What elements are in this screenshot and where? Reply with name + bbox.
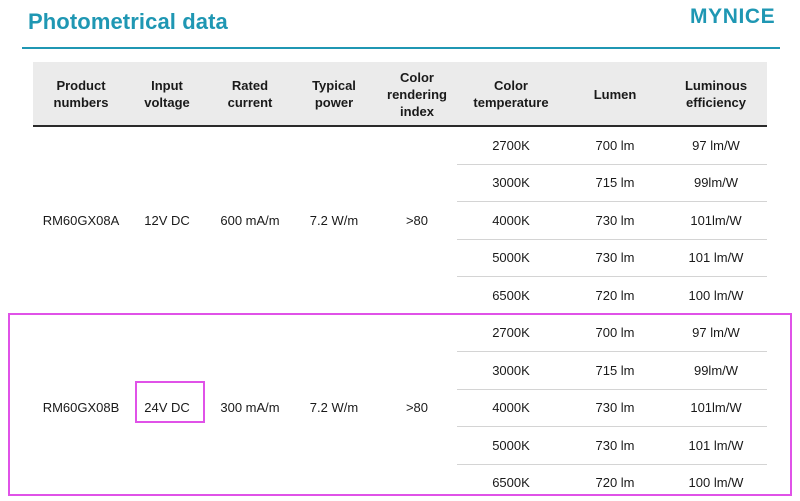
cell-efficiency: 101lm/W: [690, 212, 742, 228]
cell-temperature: 6500K: [492, 287, 530, 303]
brand-logo: MYNICE: [690, 5, 776, 28]
cell-lumen: 720 lm: [595, 287, 635, 303]
row-divider: [457, 276, 767, 277]
column-header-power: Typical power: [312, 78, 356, 110]
page-title: Photometrical data: [28, 9, 228, 34]
cell-efficiency: 101 lm/W: [688, 250, 744, 265]
cell-lumen: 730 lm: [595, 250, 635, 265]
highlight-box-24v-group: [8, 313, 792, 496]
cell-product: RM60GX08A: [42, 212, 120, 228]
column-header-efficiency: Luminous efficiency: [684, 78, 748, 110]
cell-cri: >80: [405, 212, 429, 228]
highlight-box-voltage: [135, 381, 205, 423]
cell-current: 600 mA/m: [220, 212, 280, 228]
cell-efficiency: 100 lm/W: [688, 287, 744, 303]
cell-temperature: 3000K: [492, 175, 530, 190]
cell-temperature: 5000K: [492, 250, 530, 265]
row-divider: [457, 239, 767, 240]
cell-efficiency: 99lm/W: [693, 175, 739, 190]
cell-power: 7.2 W/m: [309, 212, 359, 228]
column-header-current: Rated current: [227, 78, 273, 110]
cell-lumen: 730 lm: [595, 212, 635, 228]
column-header-temperature: Color temperature: [473, 78, 549, 110]
row-divider: [457, 164, 767, 165]
cell-efficiency: 97 lm/W: [692, 137, 740, 153]
row-divider: [457, 201, 767, 202]
column-header-product: Product numbers: [53, 78, 109, 110]
cell-lumen: 700 lm: [595, 137, 635, 153]
cell-temperature: 2700K: [492, 137, 530, 153]
column-header-voltage: Input voltage: [144, 78, 190, 110]
column-header-cri: Color rendering index: [387, 69, 447, 119]
title-divider: [22, 47, 780, 49]
cell-lumen: 715 lm: [595, 175, 635, 190]
column-header-lumen: Lumen: [593, 86, 637, 102]
cell-temperature: 4000K: [492, 212, 530, 228]
cell-voltage: 12V DC: [144, 212, 190, 228]
